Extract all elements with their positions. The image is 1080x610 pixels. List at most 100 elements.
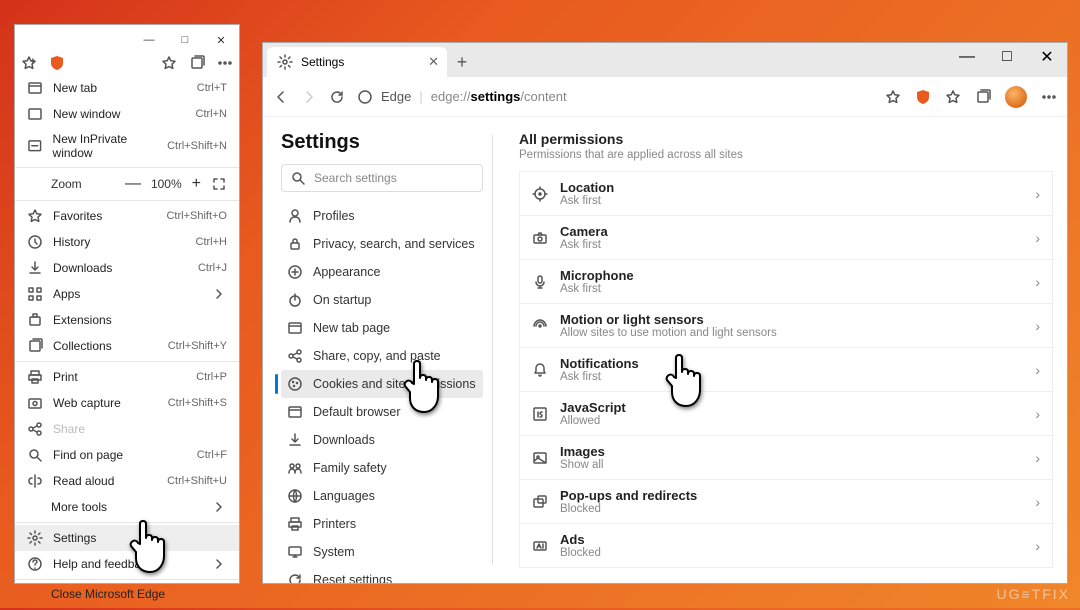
sidebar-item-appearance[interactable]: Appearance bbox=[281, 258, 483, 286]
search-input[interactable]: Search settings bbox=[281, 164, 483, 192]
permission-row-camera[interactable]: CameraAsk first› bbox=[519, 216, 1053, 260]
avatar[interactable] bbox=[1005, 86, 1027, 108]
menu-item-web-capture[interactable]: Web captureCtrl+Shift+S bbox=[15, 390, 239, 416]
edge-icon bbox=[357, 89, 373, 105]
share-icon bbox=[27, 421, 43, 437]
location-icon bbox=[532, 186, 548, 202]
favorites-icon[interactable] bbox=[945, 89, 961, 105]
more-icon[interactable] bbox=[217, 55, 233, 71]
sidebar-item-reset-settings[interactable]: Reset settings bbox=[281, 566, 483, 583]
menu-item-downloads[interactable]: DownloadsCtrl+J bbox=[15, 255, 239, 281]
chevron-right-icon: › bbox=[1035, 230, 1040, 246]
collections-icon[interactable] bbox=[189, 55, 205, 71]
chevron-right-icon: › bbox=[1035, 186, 1040, 202]
menu-item-help-and-feedback[interactable]: Help and feedback bbox=[15, 551, 239, 577]
sidebar-item-downloads[interactable]: Downloads bbox=[281, 426, 483, 454]
permission-row-javascript[interactable]: JavaScriptAllowed› bbox=[519, 392, 1053, 436]
collections-icon[interactable] bbox=[975, 89, 991, 105]
family-icon bbox=[287, 460, 303, 476]
menu-item-new-window[interactable]: New windowCtrl+N bbox=[15, 101, 239, 127]
tab-settings[interactable]: Settings ✕ bbox=[267, 47, 447, 77]
zoom-out-button[interactable]: — bbox=[125, 175, 141, 193]
close-button[interactable]: ✕ bbox=[1027, 42, 1067, 72]
search-icon bbox=[290, 170, 306, 186]
sidebar-item-printers[interactable]: Printers bbox=[281, 510, 483, 538]
permission-row-motion-or-light-sensors[interactable]: Motion or light sensorsAllow sites to us… bbox=[519, 304, 1053, 348]
menu-item-read-aloud[interactable]: Read aloudCtrl+Shift+U bbox=[15, 468, 239, 494]
chevron-right-icon bbox=[211, 556, 227, 572]
sidebar-item-privacy-search-and-services[interactable]: Privacy, search, and services bbox=[281, 230, 483, 258]
permission-row-images[interactable]: ImagesShow all› bbox=[519, 436, 1053, 480]
menu-item-find-on-page[interactable]: Find on pageCtrl+F bbox=[15, 442, 239, 468]
chevron-right-icon bbox=[211, 499, 227, 515]
close-tab-icon[interactable]: ✕ bbox=[428, 54, 439, 70]
sidebar-item-profiles[interactable]: Profiles bbox=[281, 202, 483, 230]
sidebar-item-share-copy-and-paste[interactable]: Share, copy, and paste bbox=[281, 342, 483, 370]
permission-row-ads[interactable]: AdsBlocked› bbox=[519, 524, 1053, 568]
url-box[interactable]: Edge | edge://settings/content bbox=[357, 89, 873, 105]
history-icon bbox=[27, 234, 43, 250]
permission-row-notifications[interactable]: NotificationsAsk first› bbox=[519, 348, 1053, 392]
menu-item-extensions[interactable]: Extensions bbox=[15, 307, 239, 333]
menu-item-collections[interactable]: CollectionsCtrl+Shift+Y bbox=[15, 333, 239, 359]
new-tab-button[interactable]: + bbox=[447, 47, 477, 77]
close-button[interactable]: ✕ bbox=[203, 25, 239, 55]
share-icon bbox=[287, 348, 303, 364]
sidebar-item-on-startup[interactable]: On startup bbox=[281, 286, 483, 314]
page-title: Settings bbox=[281, 131, 483, 154]
gear-icon bbox=[27, 530, 43, 546]
sensor-icon bbox=[532, 318, 548, 334]
back-icon[interactable] bbox=[273, 89, 289, 105]
chevron-right-icon: › bbox=[1035, 318, 1040, 334]
section-sub: Permissions that are applied across all … bbox=[519, 149, 1053, 161]
fullscreen-icon[interactable] bbox=[211, 176, 227, 192]
menu-window: — □ ✕ New tabCtrl+TNew windowCtrl+NNew I… bbox=[14, 24, 240, 584]
settings-main: All permissions Permissions that are app… bbox=[493, 117, 1067, 583]
chevron-right-icon: › bbox=[1035, 450, 1040, 466]
mic-icon bbox=[532, 274, 548, 290]
lang-icon bbox=[287, 488, 303, 504]
newtab-icon bbox=[27, 80, 43, 96]
menu-item-new-tab[interactable]: New tabCtrl+T bbox=[15, 75, 239, 101]
menu-item-more-tools[interactable]: More tools bbox=[15, 494, 239, 520]
sidebar-item-family-safety[interactable]: Family safety bbox=[281, 454, 483, 482]
sidebar-item-new-tab-page[interactable]: New tab page bbox=[281, 314, 483, 342]
permission-row-location[interactable]: LocationAsk first› bbox=[519, 171, 1053, 216]
ext-icon bbox=[27, 312, 43, 328]
menu-item-apps[interactable]: Apps bbox=[15, 281, 239, 307]
more-icon[interactable] bbox=[1041, 89, 1057, 105]
minimize-button[interactable]: — bbox=[131, 25, 167, 55]
refresh-icon[interactable] bbox=[329, 89, 345, 105]
menu-item-close-microsoft-edge[interactable]: Close Microsoft Edge bbox=[15, 582, 239, 606]
forward-icon bbox=[301, 89, 317, 105]
favorites-icon[interactable] bbox=[161, 55, 177, 71]
favorite-star-icon[interactable] bbox=[21, 55, 37, 71]
permission-row-microphone[interactable]: MicrophoneAsk first› bbox=[519, 260, 1053, 304]
maximize-button[interactable]: □ bbox=[167, 25, 203, 55]
menu-item-print[interactable]: PrintCtrl+P bbox=[15, 364, 239, 390]
zoom-in-button[interactable]: + bbox=[192, 175, 201, 193]
ads-icon bbox=[532, 538, 548, 554]
menu-item-new-inprivate-window[interactable]: New InPrivate windowCtrl+Shift+N bbox=[15, 127, 239, 165]
chevron-right-icon: › bbox=[1035, 274, 1040, 290]
printer-icon bbox=[287, 516, 303, 532]
tab-strip: Settings ✕ + — □ ✕ bbox=[263, 43, 1067, 77]
sidebar-item-system[interactable]: System bbox=[281, 538, 483, 566]
shield-icon[interactable] bbox=[915, 89, 931, 105]
sidebar-item-default-browser[interactable]: Default browser bbox=[281, 398, 483, 426]
menu-item-history[interactable]: HistoryCtrl+H bbox=[15, 229, 239, 255]
shield-icon[interactable] bbox=[49, 55, 65, 71]
brand-label: Edge bbox=[381, 89, 411, 104]
favorite-add-icon[interactable] bbox=[885, 89, 901, 105]
permission-row-pop-ups-and-redirects[interactable]: Pop-ups and redirectsBlocked› bbox=[519, 480, 1053, 524]
gear-icon bbox=[277, 54, 293, 70]
sidebar-item-languages[interactable]: Languages bbox=[281, 482, 483, 510]
maximize-button[interactable]: □ bbox=[987, 42, 1027, 72]
menu-item-settings[interactable]: Settings bbox=[15, 525, 239, 551]
sidebar-item-cookies-and-site-permissions[interactable]: Cookies and site permissions bbox=[281, 370, 483, 398]
newtab-icon bbox=[287, 320, 303, 336]
user-icon bbox=[287, 208, 303, 224]
minimize-button[interactable]: — bbox=[947, 42, 987, 72]
menu-item-favorites[interactable]: FavoritesCtrl+Shift+O bbox=[15, 203, 239, 229]
download-icon bbox=[287, 432, 303, 448]
